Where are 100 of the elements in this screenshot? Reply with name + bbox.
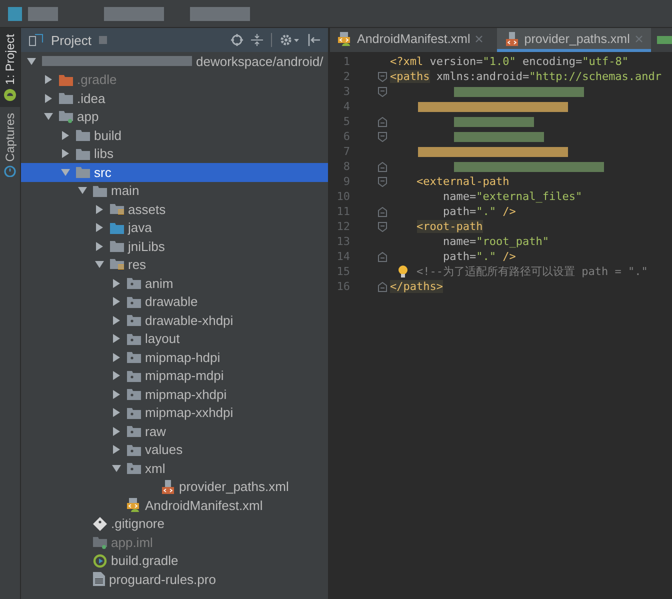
tree-row[interactable]: drawable-xhdpi <box>21 311 328 330</box>
folder-icon <box>76 148 90 160</box>
crosshair-icon[interactable] <box>231 34 243 46</box>
tree-row[interactable]: provider_paths.xml <box>21 478 328 496</box>
collapsed-arrow-icon[interactable] <box>95 204 104 214</box>
collapsed-arrow-icon[interactable] <box>112 426 121 436</box>
expanded-arrow-icon[interactable] <box>112 464 121 473</box>
fold-marker-icon[interactable] <box>378 162 387 172</box>
collapsed-arrow-icon[interactable] <box>112 371 121 380</box>
manifest-file-icon <box>127 498 141 512</box>
package-folder-icon <box>127 296 141 308</box>
tree-row[interactable]: layout <box>21 330 328 348</box>
collapsed-arrow-icon[interactable] <box>112 352 121 362</box>
tree-row[interactable]: res <box>21 256 328 274</box>
tree-label: java <box>128 220 152 236</box>
editor-tab[interactable]: AndroidManifest.xml <box>330 28 492 52</box>
tree-label: layout <box>145 331 180 346</box>
redacted-block <box>656 36 672 44</box>
tree-row[interactable]: build <box>21 126 328 144</box>
line-number: 12 <box>336 220 350 233</box>
fold-marker-icon[interactable] <box>378 132 387 142</box>
expanded-arrow-icon[interactable] <box>78 186 87 196</box>
collapsed-arrow-icon[interactable] <box>112 390 121 399</box>
code-line: <paths xmlns:android="http://schemas.andr <box>390 70 662 83</box>
tree-row[interactable]: mipmap-hdpi <box>21 348 328 366</box>
settings-icon[interactable] <box>280 34 300 46</box>
line-number: 4 <box>342 100 350 113</box>
package-folder-icon <box>127 406 141 419</box>
expanded-arrow-icon[interactable] <box>27 56 36 66</box>
line-number: 10 <box>336 190 350 203</box>
fold-marker-icon[interactable] <box>378 72 387 82</box>
line-number: 16 <box>336 280 350 293</box>
tree-row[interactable]: xml <box>21 459 328 478</box>
hide-panel-icon[interactable] <box>308 34 320 46</box>
tree-row[interactable]: drawable <box>21 292 328 311</box>
lightbulb-icon[interactable] <box>398 265 408 278</box>
fold-marker-icon[interactable] <box>378 206 387 216</box>
tree-label: mipmap-xhdpi <box>145 386 227 402</box>
code-line: <!--为了适配所有路径可以设置 path = "." <box>416 264 648 279</box>
tree-row[interactable]: mipmap-xhdpi <box>21 385 328 404</box>
tree-row[interactable]: mipmap-mdpi <box>21 366 328 385</box>
fold-marker-icon[interactable] <box>378 282 387 292</box>
xml-file-icon <box>505 32 520 46</box>
collapsed-arrow-icon[interactable] <box>44 75 53 84</box>
tree-row[interactable]: mipmap-xxhdpi <box>21 404 328 422</box>
collapsed-arrow-icon[interactable] <box>61 130 70 140</box>
tree-row[interactable]: anim <box>21 274 328 292</box>
collapsed-arrow-icon[interactable] <box>95 223 104 232</box>
collapsed-arrow-icon[interactable] <box>112 445 121 454</box>
collapsed-arrow-icon[interactable] <box>95 242 104 251</box>
folder-icon <box>110 222 124 234</box>
redacted-block <box>190 6 250 20</box>
collapsed-arrow-icon[interactable] <box>44 94 53 103</box>
collapsed-arrow-icon[interactable] <box>112 297 121 306</box>
panel-title: Project <box>51 32 92 48</box>
fold-marker-icon[interactable] <box>378 176 387 186</box>
tree-label: provider_paths.xml <box>179 479 289 494</box>
code-line: name="root_path" <box>442 235 549 248</box>
collapsed-arrow-icon[interactable] <box>112 408 121 418</box>
tree-row[interactable]: main <box>21 182 328 200</box>
tree-row[interactable]: AndroidManifest.xml <box>21 496 328 514</box>
fold-marker-icon[interactable] <box>378 86 387 96</box>
tree-label: mipmap-xxhdpi <box>145 405 234 420</box>
redacted-block <box>99 36 108 44</box>
fold-marker-icon[interactable] <box>378 252 387 262</box>
expanded-arrow-icon[interactable] <box>44 112 53 122</box>
tree-label: xml <box>145 460 166 476</box>
tree-row[interactable]: assets <box>21 200 328 218</box>
tree-label: jniLibs <box>128 238 165 254</box>
tree-row[interactable]: .gitignore <box>21 514 328 533</box>
editor-tab[interactable]: provider_paths.xml <box>497 28 651 52</box>
collapsed-arrow-icon[interactable] <box>112 278 121 288</box>
tree-row[interactable]: .idea <box>21 89 328 108</box>
tree-label: main <box>111 183 140 198</box>
tree-row[interactable]: proguard-rules.pro <box>21 570 328 588</box>
folder-icon <box>59 92 73 104</box>
tree-row[interactable]: app <box>21 108 328 126</box>
tree-row[interactable]: java <box>21 218 328 237</box>
line-number: 6 <box>342 130 350 143</box>
collapsed-arrow-icon[interactable] <box>61 149 70 158</box>
collapsed-arrow-icon[interactable] <box>112 334 121 344</box>
tree-row[interactable]: deworkspace/android/ <box>21 52 328 70</box>
collapse-all-icon[interactable] <box>251 34 263 46</box>
expanded-arrow-icon[interactable] <box>95 260 104 270</box>
text-file-icon <box>93 572 105 586</box>
tree-row[interactable]: jniLibs <box>21 237 328 256</box>
package-folder-icon <box>127 314 141 326</box>
tree-row[interactable]: libs <box>21 144 328 163</box>
expanded-arrow-icon[interactable] <box>61 168 70 177</box>
tree-row[interactable]: values <box>21 440 328 459</box>
side-tab[interactable]: 1: Project <box>0 28 20 107</box>
folder-icon <box>93 184 107 197</box>
code-line: <external-path <box>416 175 510 188</box>
side-tab[interactable]: Captures <box>0 106 20 184</box>
fold-marker-icon[interactable] <box>378 222 387 232</box>
fold-marker-icon[interactable] <box>378 116 387 126</box>
tree-row[interactable]: build.gradle <box>21 552 328 570</box>
tree-row[interactable]: raw <box>21 422 328 440</box>
tree-row[interactable]: src <box>21 163 328 182</box>
collapsed-arrow-icon[interactable] <box>112 316 121 325</box>
